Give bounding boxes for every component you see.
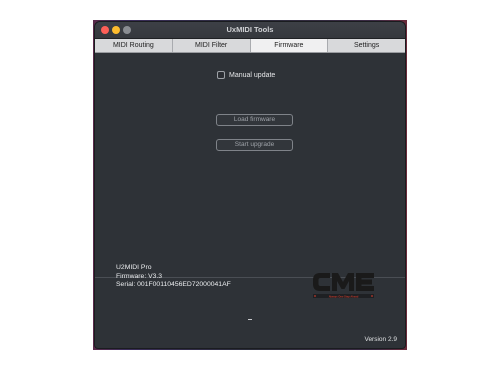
window-title: UxMIDI Tools bbox=[226, 25, 274, 34]
device-name: U2MIDI Pro bbox=[116, 264, 152, 271]
device-info: U2MIDI Pro Firmware: V3.3 Serial: 001F00… bbox=[116, 264, 231, 290]
cme-logo-tagline: Always One Step Ahead bbox=[329, 294, 359, 298]
device-serial: Serial: 001F00110456ED72000041AF bbox=[116, 281, 231, 288]
title-bar[interactable]: UxMIDI Tools bbox=[95, 22, 405, 39]
firmware-panel: Manual update Load firmware Start upgrad… bbox=[95, 54, 405, 277]
tab-settings[interactable]: Settings bbox=[328, 39, 405, 52]
manual-update-checkbox[interactable] bbox=[217, 71, 225, 79]
tab-bar: MIDI Routing MIDI Filter Firmware Settin… bbox=[95, 39, 405, 53]
manual-update-label: Manual update bbox=[229, 71, 276, 79]
tab-midi-routing[interactable]: MIDI Routing bbox=[95, 39, 173, 52]
manual-update-row[interactable]: Manual update bbox=[217, 71, 275, 79]
start-upgrade-button[interactable]: Start upgrade bbox=[216, 139, 293, 151]
app-window: UxMIDI Tools MIDI Routing MIDI Filter Fi… bbox=[95, 22, 405, 348]
device-firmware: Firmware: V3.3 bbox=[116, 272, 163, 280]
load-firmware-button[interactable]: Load firmware bbox=[216, 114, 293, 126]
tab-firmware[interactable]: Firmware bbox=[250, 39, 329, 52]
version-label: Version 2.9 bbox=[364, 336, 397, 343]
tab-midi-filter[interactable]: MIDI Filter bbox=[173, 39, 251, 52]
cme-logo-letters bbox=[313, 273, 374, 291]
cme-logo: Always One Step Ahead bbox=[313, 273, 374, 298]
separator-mark bbox=[248, 319, 252, 320]
